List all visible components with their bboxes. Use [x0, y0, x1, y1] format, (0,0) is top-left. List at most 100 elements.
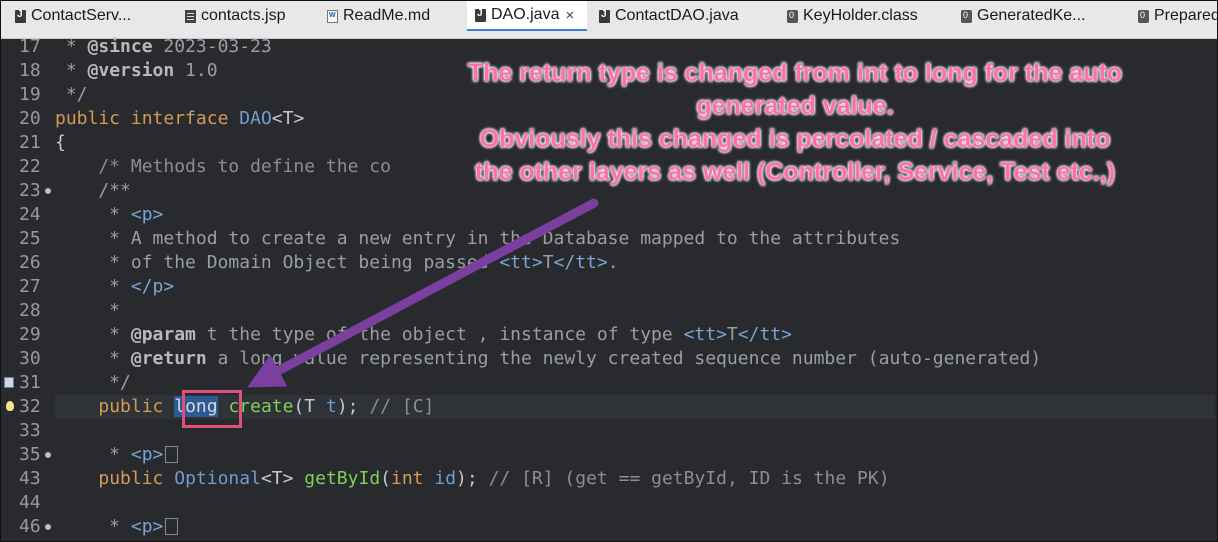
- code-token: @param: [130, 324, 196, 345]
- code-line[interactable]: public Optional<T> getById(int id); // […: [55, 467, 890, 491]
- code-line[interactable]: * </p>: [55, 275, 174, 299]
- code-token: *: [55, 300, 121, 321]
- code-token: <T>: [260, 468, 305, 489]
- code-line[interactable]: * @since 2023-03-23: [55, 35, 272, 59]
- code-token: /* Methods to define the co: [55, 156, 391, 177]
- code-line[interactable]: * @param t the type of the object , inst…: [55, 323, 792, 347]
- line-number: 29: [19, 324, 41, 345]
- highlight-box: [182, 390, 242, 428]
- code-line[interactable]: /**: [55, 179, 131, 203]
- editor-tab-bar: ContactServ... contacts.jsp ReadMe.md DAO.j…: [1, 1, 1217, 39]
- tab-6[interactable]: GeneratedKe...: [953, 1, 1086, 31]
- code-token: /**: [55, 180, 131, 201]
- annotation-line-2: generated value.: [696, 92, 894, 120]
- code-token: * of the Domain Object being passed: [55, 252, 500, 273]
- code-line[interactable]: *: [55, 299, 120, 323]
- tab-label: ContactDAO.java: [615, 7, 739, 24]
- line-number: 44: [19, 492, 41, 513]
- folded-block-icon[interactable]: [165, 518, 179, 535]
- code-line[interactable]: */: [55, 83, 88, 107]
- tab-label: contacts.jsp: [201, 7, 286, 24]
- code-token: public: [98, 468, 164, 489]
- annotation-line-3: Obviously this changed is percolated / c…: [479, 125, 1111, 153]
- code-token: <p>: [130, 204, 164, 225]
- close-icon[interactable]: ×: [565, 7, 574, 24]
- code-line[interactable]: * @return a long value representing the …: [55, 347, 1041, 371]
- jsp-file-icon: [185, 9, 196, 23]
- line-number: 25: [19, 228, 41, 249]
- code-token: *: [55, 516, 131, 537]
- code-token: <p>: [130, 444, 164, 465]
- code-token: </tt>: [737, 324, 792, 345]
- code-token: *: [55, 324, 131, 345]
- fold-toggle-icon[interactable]: [45, 452, 51, 458]
- class-file-icon: [1138, 9, 1149, 23]
- code-line[interactable]: * <p>: [55, 515, 179, 539]
- code-line[interactable]: public long create(T t); // [C]: [55, 395, 434, 419]
- code-line[interactable]: * <p>: [55, 443, 179, 467]
- code-token: // [R] (get == getById, ID is the PK): [488, 468, 890, 489]
- code-token: 2023-03-23: [152, 36, 272, 57]
- line-number: 18: [19, 60, 41, 81]
- java-file-icon: [475, 8, 486, 22]
- code-token: *: [55, 204, 131, 225]
- tab-0[interactable]: ContactServ...: [7, 1, 131, 31]
- code-token: </tt>: [553, 252, 608, 273]
- tab-5[interactable]: KeyHolder.class: [779, 1, 918, 31]
- line-number-gutter: 17 18 19 20 21 22 23 24 25 26 27 28 29 30 31 32 33 35 43 44…: [1, 36, 53, 541]
- code-token: (T: [293, 396, 326, 417]
- lightbulb-icon[interactable]: [6, 401, 14, 411]
- code-token: *: [55, 60, 88, 81]
- code-token: @since: [87, 36, 153, 57]
- fold-toggle-icon[interactable]: [45, 188, 51, 194]
- class-file-icon: [961, 9, 972, 23]
- fold-toggle-icon[interactable]: [45, 524, 51, 530]
- line-number: 21: [19, 132, 41, 153]
- code-token: * A method to create a new entry in the …: [55, 228, 901, 249]
- code-line[interactable]: * @version 1.0: [55, 59, 218, 83]
- code-token: public: [98, 396, 164, 417]
- code-line[interactable]: * of the Domain Object being passed <tt>…: [55, 251, 618, 275]
- editor-window: ContactServ... contacts.jsp ReadMe.md DAO.j…: [0, 0, 1218, 542]
- code-line[interactable]: */: [55, 371, 131, 395]
- tab-3[interactable]: DAO.java ×: [467, 1, 587, 31]
- folded-block-icon[interactable]: [165, 446, 179, 463]
- tab-1[interactable]: contacts.jsp: [177, 1, 285, 31]
- line-number: 17: [19, 36, 41, 57]
- code-token: <T>: [271, 108, 305, 129]
- tab-label: Prepared: [1154, 7, 1218, 24]
- code-line[interactable]: public interface DAO<T>: [55, 107, 304, 131]
- line-number: 30: [19, 348, 41, 369]
- java-file-icon: [15, 9, 26, 23]
- code-token: */: [55, 84, 88, 105]
- tab-7[interactable]: Prepared: [1130, 1, 1218, 31]
- tab-label: ContactServ...: [31, 7, 132, 24]
- code-token: t the type of the object , instance of t…: [195, 324, 684, 345]
- line-number: 22: [19, 156, 41, 177]
- code-token: getById: [304, 468, 381, 489]
- line-number: 33: [19, 420, 41, 441]
- tab-label: GeneratedKe...: [977, 7, 1086, 24]
- class-file-icon: [787, 9, 798, 23]
- line-number: 31: [19, 372, 41, 393]
- code-token: @version: [87, 60, 175, 81]
- code-token: <p>: [130, 516, 164, 537]
- code-token: <tt>: [683, 324, 727, 345]
- code-token: int: [391, 468, 424, 489]
- code-line[interactable]: * A method to create a new entry in the …: [55, 227, 900, 251]
- code-token: {: [55, 132, 66, 153]
- line-number: 27: [19, 276, 41, 297]
- tab-4[interactable]: ContactDAO.java: [591, 1, 739, 31]
- code-line[interactable]: * <p>: [55, 203, 163, 227]
- code-line[interactable]: {: [55, 131, 66, 155]
- bookmark-icon: [4, 377, 14, 388]
- tab-2[interactable]: ReadMe.md: [319, 1, 430, 31]
- code-token: Optional: [174, 468, 261, 489]
- code-line[interactable]: /* Methods to define the co: [55, 155, 391, 179]
- code-token: // [C]: [369, 396, 435, 417]
